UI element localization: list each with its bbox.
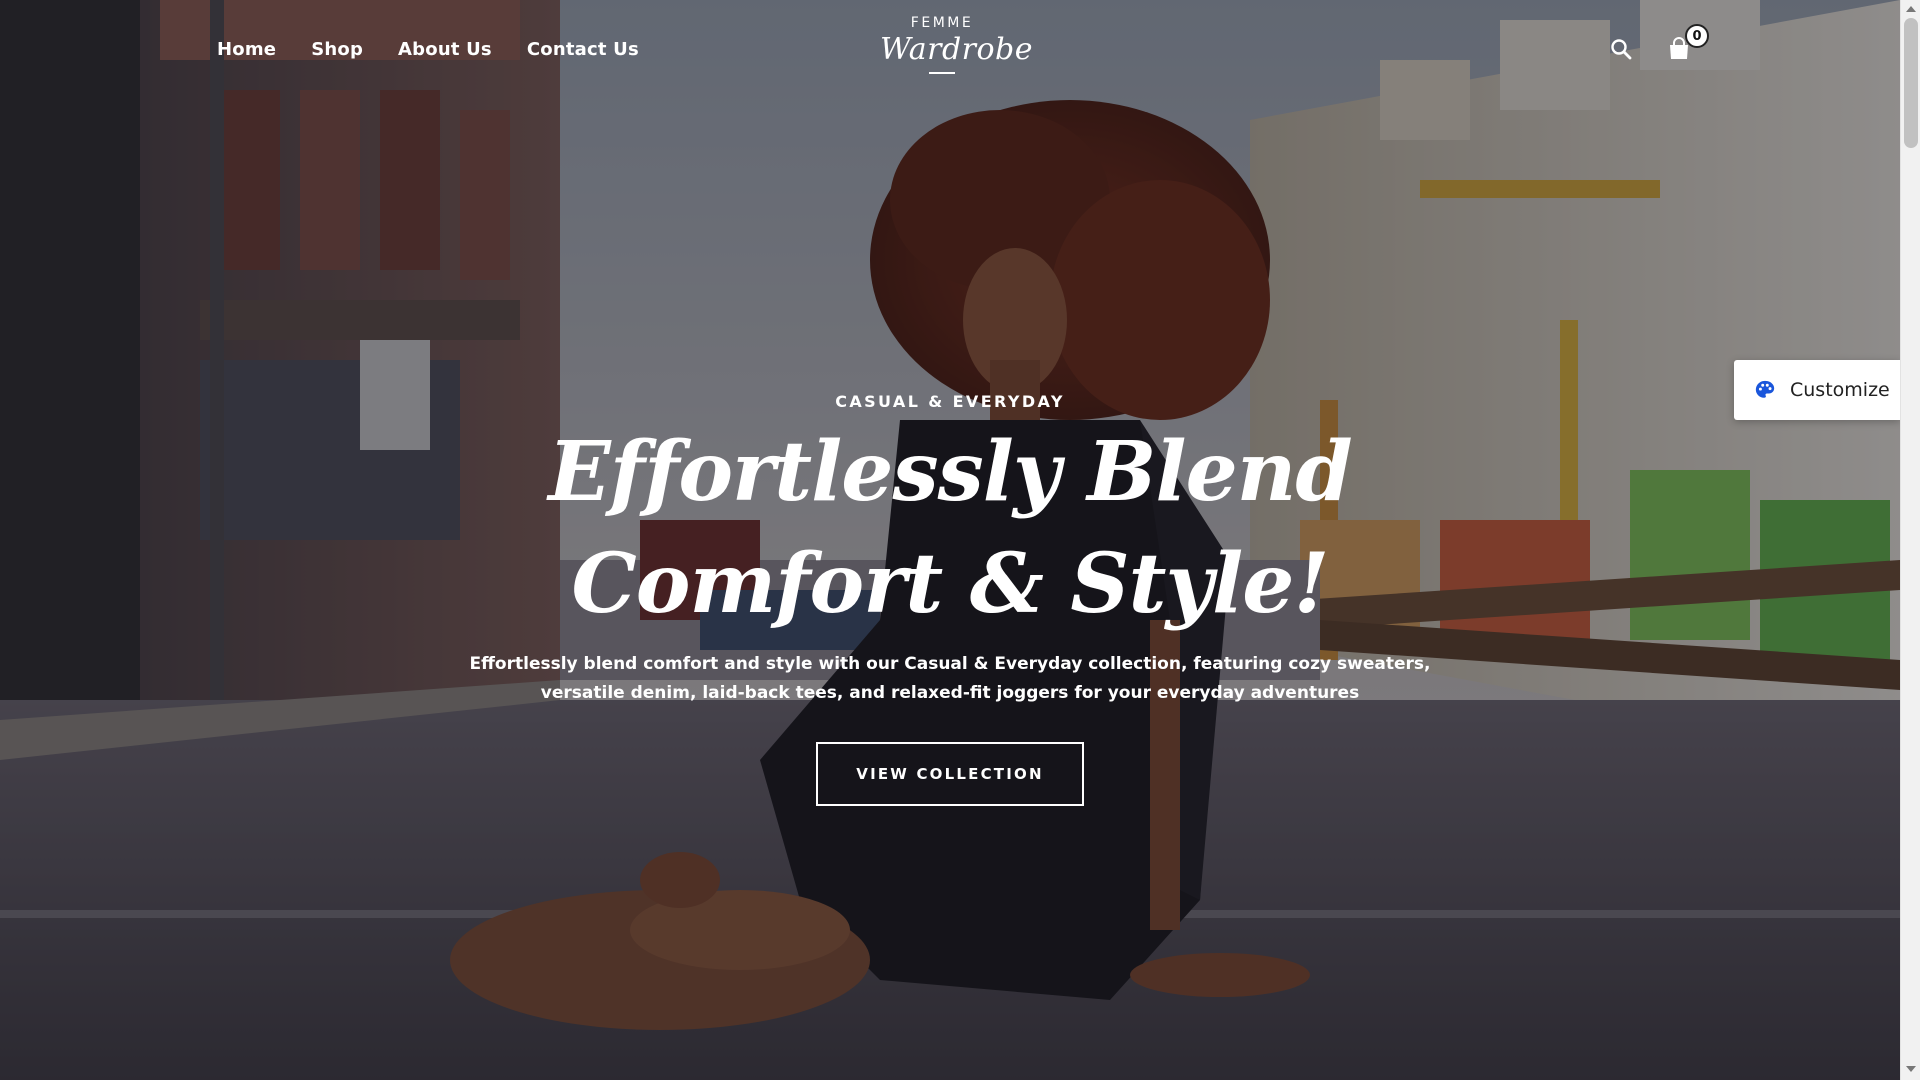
customize-label: Customize — [1790, 379, 1890, 401]
search-icon — [1611, 39, 1632, 60]
scroll-up-arrow-icon[interactable] — [1906, 6, 1916, 12]
logo-underline — [929, 72, 955, 74]
hero-headline: Effortlessly Blend Comfort & Style! — [548, 424, 1352, 632]
view-collection-button[interactable]: VIEW COLLECTION — [816, 742, 1084, 806]
hero-eyebrow: CASUAL & EVERYDAY — [835, 392, 1065, 411]
nav-item-shop[interactable]: Shop — [311, 38, 363, 62]
nav-item-home[interactable]: Home — [217, 38, 276, 62]
palette-icon — [1755, 380, 1775, 398]
hero-content: CASUAL & EVERYDAY Effortlessly Blend Com… — [350, 390, 1550, 806]
logo-top-text: FEMME — [910, 15, 974, 31]
scroll-thumb[interactable] — [1904, 18, 1918, 148]
cart-count-badge: 0 — [1685, 24, 1709, 48]
nav-item-about-us[interactable]: About Us — [398, 38, 492, 62]
nav-item-contact-us[interactable]: Contact Us — [527, 38, 639, 62]
hero-description: Effortlessly blend comfort and style wit… — [469, 654, 1431, 703]
customize-button[interactable]: Customize — [1734, 360, 1900, 420]
search-button[interactable] — [1606, 34, 1636, 64]
page-scrollbar[interactable] — [1900, 0, 1920, 1080]
main-nav: Home Shop About Us Contact Us — [217, 38, 674, 62]
site-header: Home Shop About Us Contact Us FEMME Ward… — [0, 0, 1900, 100]
logo-main-text: Wardrobe — [880, 32, 1034, 67]
page: Home Shop About Us Contact Us FEMME Ward… — [0, 0, 1920, 1080]
site-logo[interactable]: FEMME Wardrobe — [880, 14, 1034, 74]
scroll-down-arrow-icon[interactable] — [1906, 1066, 1916, 1072]
